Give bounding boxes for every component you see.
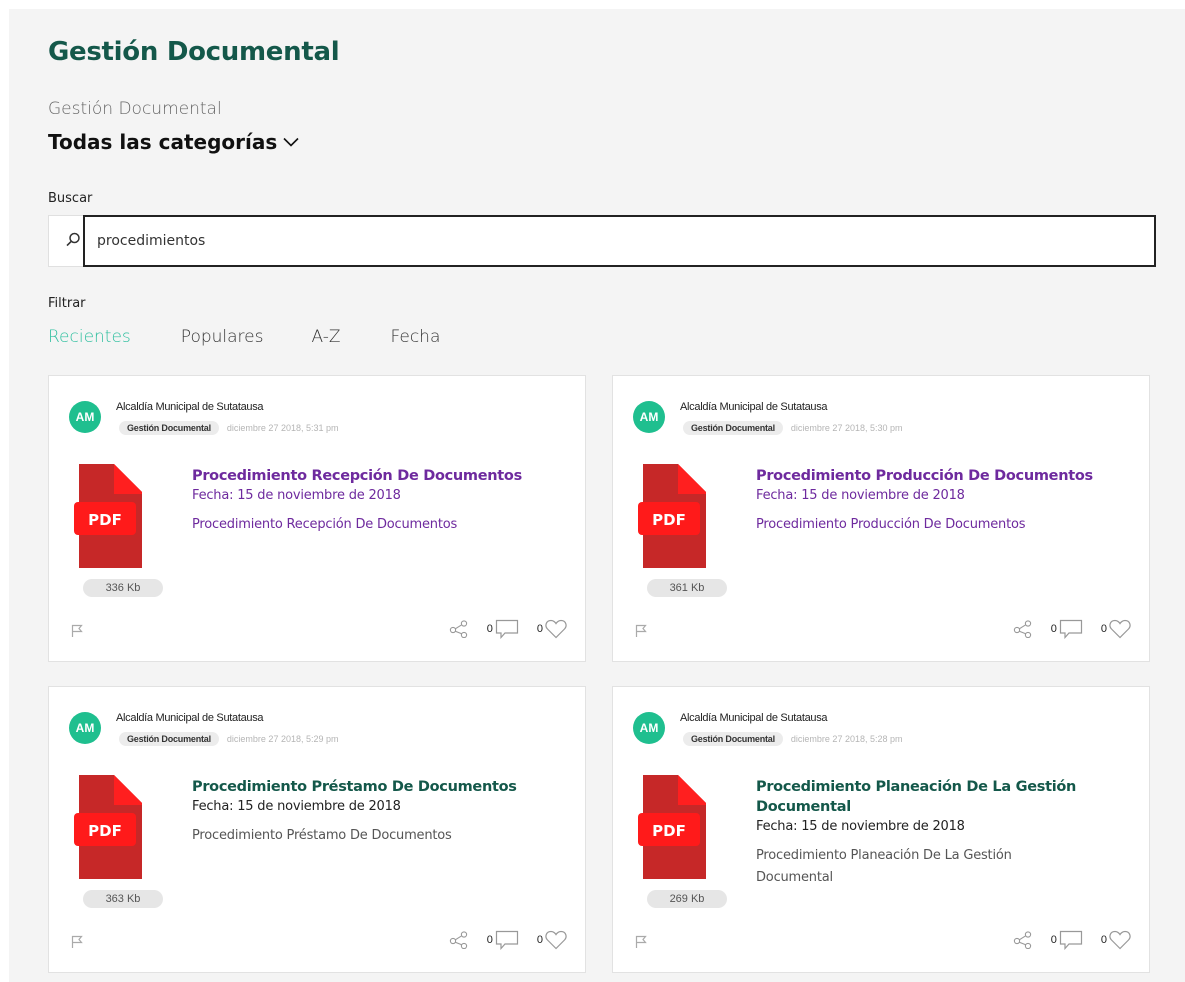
flag-icon[interactable] (71, 935, 83, 949)
like-count: 0 (1100, 934, 1107, 946)
comment-icon[interactable] (495, 619, 519, 639)
document-description: Procedimiento Planeación De La Gestión D… (756, 848, 1012, 885)
document-title-link[interactable]: Procedimiento Recepción De Documentos (192, 466, 552, 486)
card-actions: 0 0 (449, 930, 567, 950)
post-timestamp: diciembre 27 2018, 5:31 pm (226, 423, 339, 433)
section-subtitle: Gestión Documental (48, 99, 222, 119)
file-size-badge: 363 Kb (83, 890, 163, 908)
avatar: AM (633, 401, 665, 433)
post-meta: Gestión Documental diciembre 27 2018, 5:… (119, 421, 339, 435)
avatar: AM (69, 401, 101, 433)
heart-icon[interactable] (1109, 930, 1131, 950)
post-meta: Gestión Documental diciembre 27 2018, 5:… (119, 732, 339, 746)
document-date: Fecha: 15 de noviembre de 2018 (192, 799, 401, 814)
document-date: Fecha: 15 de noviembre de 2018 (192, 488, 401, 503)
comment-count: 0 (1050, 623, 1057, 635)
category-dropdown-label: Todas las categorías (48, 130, 278, 154)
like-count: 0 (1100, 623, 1107, 635)
document-card: AM Alcaldía Municipal de Sutatausa Gesti… (612, 375, 1150, 662)
card-actions: 0 0 (1013, 619, 1131, 639)
post-meta: Gestión Documental diciembre 27 2018, 5:… (683, 732, 903, 746)
post-meta: Gestión Documental diciembre 27 2018, 5:… (683, 421, 903, 435)
filter-tab-date[interactable]: Fecha (391, 327, 441, 347)
filter-label: Filtrar (48, 296, 86, 311)
page-title: Gestión Documental (48, 37, 340, 67)
filter-tab-a-z[interactable]: A-Z (311, 327, 340, 347)
comment-count: 0 (486, 934, 493, 946)
document-title-link[interactable]: Procedimiento Planeación De La Gestión D… (756, 777, 1106, 817)
document-description: Procedimiento Producción De Documentos (756, 517, 1026, 532)
document-card: AM Alcaldía Municipal de Sutatausa Gesti… (48, 686, 586, 973)
author-name[interactable]: Alcaldía Municipal de Sutatausa (680, 401, 828, 413)
chevron-down-icon (283, 137, 299, 147)
comment-count: 0 (1050, 934, 1057, 946)
filter-tab-recent[interactable]: Recientes (48, 327, 131, 347)
heart-icon[interactable] (1109, 619, 1131, 639)
comment-count: 0 (486, 623, 493, 635)
search-box (48, 215, 1156, 267)
filter-tab-popular[interactable]: Populares (181, 327, 264, 347)
document-card: AM Alcaldía Municipal de Sutatausa Gesti… (48, 375, 586, 662)
document-management-page: Gestión Documental Gestión Documental To… (9, 9, 1185, 982)
share-icon[interactable] (449, 931, 469, 949)
comment-icon[interactable] (495, 930, 519, 950)
file-type-label: PDF (88, 822, 122, 840)
author-name[interactable]: Alcaldía Municipal de Sutatausa (116, 401, 264, 413)
card-actions: 0 0 (1013, 930, 1131, 950)
category-dropdown[interactable]: Todas las categorías (48, 130, 299, 154)
heart-icon[interactable] (545, 619, 567, 639)
post-timestamp: diciembre 27 2018, 5:28 pm (790, 734, 903, 744)
search-input[interactable] (83, 215, 1156, 267)
author-name[interactable]: Alcaldía Municipal de Sutatausa (116, 712, 264, 724)
file-size-badge: 269 Kb (647, 890, 727, 908)
document-description: Procedimiento Recepción De Documentos (192, 517, 458, 532)
pdf-file-icon[interactable]: PDF (74, 464, 142, 570)
document-card: AM Alcaldía Municipal de Sutatausa Gesti… (612, 686, 1150, 973)
document-date: Fecha: 15 de noviembre de 2018 (756, 819, 965, 834)
pdf-file-icon[interactable]: PDF (638, 775, 706, 881)
category-badge[interactable]: Gestión Documental (119, 421, 219, 435)
card-actions: 0 0 (449, 619, 567, 639)
file-type-label: PDF (652, 511, 686, 529)
document-info: Procedimiento Producción De Documentos F… (756, 466, 1116, 536)
author-name[interactable]: Alcaldía Municipal de Sutatausa (680, 712, 828, 724)
like-count: 0 (536, 623, 543, 635)
document-title-link[interactable]: Procedimiento Producción De Documentos (756, 466, 1116, 486)
comment-icon[interactable] (1059, 930, 1083, 950)
search-icon (66, 232, 80, 247)
filter-tabs: Recientes Populares A-Z Fecha (48, 327, 440, 347)
file-size-badge: 336 Kb (83, 579, 163, 597)
search-label: Buscar (48, 191, 93, 206)
flag-icon[interactable] (635, 624, 647, 638)
avatar: AM (633, 712, 665, 744)
flag-icon[interactable] (71, 624, 83, 638)
flag-icon[interactable] (635, 935, 647, 949)
category-badge[interactable]: Gestión Documental (683, 732, 783, 746)
document-description: Procedimiento Préstamo De Documentos (192, 828, 452, 843)
heart-icon[interactable] (545, 930, 567, 950)
file-type-label: PDF (652, 822, 686, 840)
document-title-link[interactable]: Procedimiento Préstamo De Documentos (192, 777, 552, 797)
like-count: 0 (536, 934, 543, 946)
post-timestamp: diciembre 27 2018, 5:30 pm (790, 423, 903, 433)
pdf-file-icon[interactable]: PDF (74, 775, 142, 881)
file-size-badge: 361 Kb (647, 579, 727, 597)
pdf-file-icon[interactable]: PDF (638, 464, 706, 570)
document-info: Procedimiento Planeación De La Gestión D… (756, 777, 1106, 889)
document-date: Fecha: 15 de noviembre de 2018 (756, 488, 965, 503)
document-info: Procedimiento Recepción De Documentos Fe… (192, 466, 552, 536)
category-badge[interactable]: Gestión Documental (683, 421, 783, 435)
share-icon[interactable] (1013, 620, 1033, 638)
avatar: AM (69, 712, 101, 744)
share-icon[interactable] (449, 620, 469, 638)
document-info: Procedimiento Préstamo De Documentos Fec… (192, 777, 552, 847)
category-badge[interactable]: Gestión Documental (119, 732, 219, 746)
post-timestamp: diciembre 27 2018, 5:29 pm (226, 734, 339, 744)
comment-icon[interactable] (1059, 619, 1083, 639)
share-icon[interactable] (1013, 931, 1033, 949)
file-type-label: PDF (88, 511, 122, 529)
